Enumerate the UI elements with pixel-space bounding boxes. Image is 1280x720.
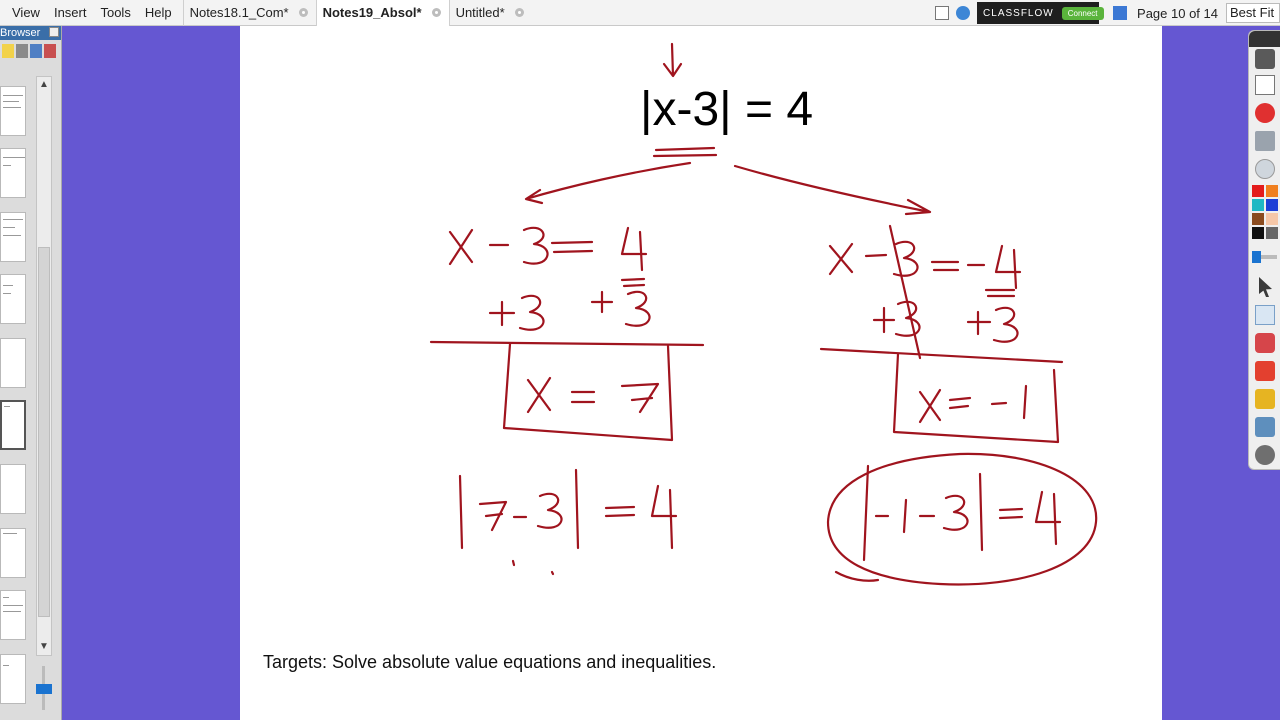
- globe-icon[interactable]: [956, 6, 971, 20]
- slider-knob[interactable]: [1252, 251, 1261, 263]
- stop-icon[interactable]: [1255, 103, 1275, 123]
- close-icon[interactable]: [298, 8, 308, 17]
- thumbnail-scrollbar[interactable]: ▲ ▼: [36, 76, 52, 656]
- menu-help[interactable]: Help: [138, 5, 179, 20]
- print-icon[interactable]: [1255, 131, 1275, 151]
- tab-notes18[interactable]: Notes18.1_Com*: [182, 0, 316, 26]
- tab-untitled[interactable]: Untitled*: [448, 0, 532, 26]
- browser-tools: [0, 40, 61, 62]
- color-swatch-orange[interactable]: [1266, 185, 1278, 197]
- page-thumbnail[interactable]: [0, 654, 26, 704]
- close-icon[interactable]: [49, 27, 59, 37]
- fill-icon[interactable]: [1255, 389, 1275, 409]
- scroll-thumb[interactable]: [38, 247, 50, 617]
- color-swatch-gray[interactable]: [1266, 227, 1278, 239]
- eraser-icon[interactable]: [1255, 333, 1275, 353]
- page-thumbnail[interactable]: [0, 212, 26, 262]
- menu-bar: View Insert Tools Help Notes18.1_Com* No…: [0, 0, 1280, 26]
- tools-toolbar: [1248, 30, 1280, 470]
- page-browser: Browser ▲ ▼: [0, 26, 62, 720]
- menu-insert[interactable]: Insert: [47, 5, 94, 20]
- tab-notes19[interactable]: Notes19_Absol*: [315, 0, 449, 26]
- thumbnail-size-slider[interactable]: [36, 666, 52, 714]
- tab-label: Notes18.1_Com*: [189, 5, 289, 20]
- undo-icon[interactable]: [1255, 445, 1275, 465]
- pen-icon[interactable]: [1255, 305, 1275, 325]
- close-icon[interactable]: [514, 8, 524, 17]
- toolbar-handle[interactable]: [1249, 31, 1280, 47]
- color-swatch-cyan[interactable]: [1252, 199, 1264, 211]
- tab-label: Notes19_Absol*: [322, 5, 422, 20]
- shape-icon[interactable]: [1255, 361, 1275, 381]
- classflow-panel[interactable]: CLASSFLOW Connect: [977, 2, 1104, 24]
- menu-view[interactable]: View: [0, 5, 47, 20]
- classflow-label: CLASSFLOW: [983, 7, 1054, 19]
- flipchart-icon[interactable]: [1255, 75, 1275, 95]
- page-thumbnail[interactable]: [0, 464, 26, 514]
- slider-knob[interactable]: [36, 684, 52, 694]
- equation-title: |x-3| = 4: [640, 83, 814, 136]
- page-thumbnail[interactable]: [0, 528, 26, 578]
- color-swatch-blue[interactable]: [1266, 199, 1278, 211]
- connect-button[interactable]: Connect: [1061, 6, 1104, 20]
- page-indicator: Page 10 of 14: [1137, 5, 1218, 21]
- color-swatch-brown[interactable]: [1252, 213, 1264, 225]
- page-thumbnail[interactable]: [0, 274, 26, 324]
- page-thumbnail[interactable]: [0, 148, 26, 198]
- close-icon[interactable]: [431, 8, 441, 17]
- shapes-icon[interactable]: [30, 44, 42, 58]
- page-thumbnail[interactable]: [0, 590, 26, 640]
- scroll-up-icon[interactable]: ▲: [37, 77, 51, 93]
- folder-icon[interactable]: [2, 44, 14, 58]
- page-thumbnail-selected[interactable]: [0, 400, 26, 450]
- play-icon[interactable]: [1255, 159, 1275, 179]
- select-icon[interactable]: [1259, 277, 1272, 297]
- resize-icon[interactable]: [1255, 49, 1275, 69]
- targets-text: Targets: Solve absolute value equations …: [263, 652, 717, 672]
- tab-label: Untitled*: [455, 5, 505, 20]
- properties-icon[interactable]: [44, 44, 56, 58]
- menu-tools[interactable]: Tools: [93, 5, 137, 20]
- color-swatch-peach[interactable]: [1266, 213, 1278, 225]
- page-thumbnail[interactable]: [0, 86, 26, 136]
- header-right: CLASSFLOW Connect Page 10 of 14 Best Fit: [935, 0, 1280, 26]
- page-icon: [1113, 6, 1128, 20]
- color-swatch-red[interactable]: [1252, 185, 1264, 197]
- document-icon[interactable]: [935, 6, 950, 20]
- scroll-down-icon[interactable]: ▼: [37, 639, 51, 655]
- document-tabs: Notes18.1_Com* Notes19_Absol* Untitled*: [182, 0, 532, 26]
- color-swatch-black[interactable]: [1252, 227, 1264, 239]
- grid-icon[interactable]: [16, 44, 28, 58]
- zoom-fit-select[interactable]: Best Fit: [1226, 3, 1280, 23]
- page-thumbnail[interactable]: [0, 338, 26, 388]
- spotlight-icon[interactable]: [1255, 417, 1275, 437]
